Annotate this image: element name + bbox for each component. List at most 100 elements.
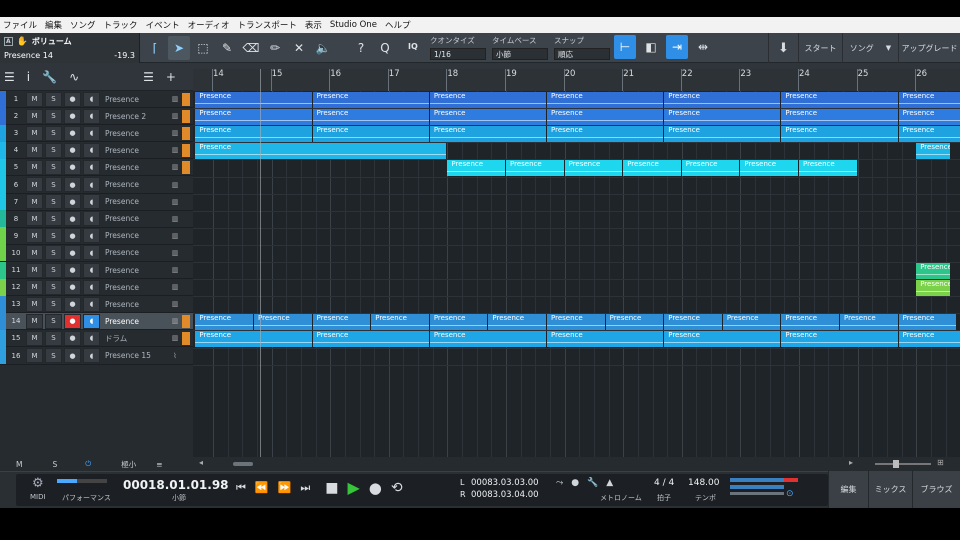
event-clip[interactable]: Presence [312,92,429,108]
event-clip[interactable]: Presence [195,314,253,331]
monitor-icon[interactable]: ◖ [83,279,100,295]
monitor-icon[interactable]: ◖ [83,313,100,329]
event-clip[interactable]: Presence [195,331,312,348]
mute-button[interactable]: M [26,177,43,192]
automation-icon[interactable]: ∿ [69,70,79,84]
left-loop-value[interactable]: 00083.03.03.00 [471,478,539,488]
menu-item[interactable]: ファイル [3,19,37,31]
event-clip[interactable]: Presence [681,160,740,177]
monitor-icon[interactable]: ◖ [83,348,100,363]
right-loop-value[interactable]: 00083.03.04.00 [471,490,539,500]
mute-tool-icon[interactable]: ✕ [288,36,310,60]
loop-icon[interactable]: ⟲ [391,480,403,496]
event-clip[interactable]: Presence [664,314,722,331]
track-header[interactable]: 13 M S ● ◖ Presence ▥ [0,295,193,314]
mute-button[interactable]: M [26,142,43,158]
track-header[interactable]: 7 M S ● ◖ Presence ▥ [0,193,193,211]
timebase-group[interactable]: タイムベース 小節 [492,35,548,60]
event-clip[interactable]: Presence [898,314,957,331]
browse-view-button[interactable]: ブラウズ [912,471,960,508]
track-header[interactable]: 9 M S ● ◖ Presence ▥ [0,227,193,245]
inspector-box[interactable]: A ✋ ボリューム Presence 14 -19.3 [0,33,140,63]
event-clip[interactable]: Presence [916,280,951,297]
monitor-icon[interactable]: ◖ [83,177,100,192]
record-arm-icon[interactable]: ● [64,91,81,107]
click-icon[interactable]: ● [571,478,579,488]
timeline-ruler[interactable]: 14 15 16 17 18 19 20 21 22 23 24 25 26 [193,69,960,91]
event-clip[interactable]: Presence [898,331,960,348]
scroll-right-icon[interactable]: ▸ [849,458,853,467]
start-button[interactable]: スタート [798,33,842,63]
monitor-icon[interactable]: ◖ [83,262,100,278]
record-arm-icon[interactable]: ● [64,142,81,158]
horizontal-scroll[interactable]: ◂ ▸ ⊞ [193,457,960,471]
menu-item[interactable]: ソング [70,19,96,31]
event-clip[interactable]: Presence [312,109,429,126]
monitor-icon[interactable]: ◖ [83,211,100,227]
mute-button[interactable]: M [26,296,43,312]
record-arm-icon[interactable]: ● [64,194,81,210]
track-header[interactable]: 15 M S ● ◖ ドラム ▥ [0,329,193,348]
event-clip[interactable]: Presence [781,126,898,143]
record-arm-icon[interactable]: ● [64,125,81,141]
listen-tool-icon[interactable]: 🔈 [312,36,334,60]
event-clip[interactable]: Presence [312,126,429,143]
event-clip[interactable]: Presence [916,143,951,160]
event-clip[interactable]: Presence [840,314,898,331]
mix-view-button[interactable]: ミックス [868,471,912,508]
record-arm-icon[interactable]: ● [64,211,81,227]
mute-button[interactable]: M [26,211,43,227]
loop-start-icon[interactable]: ⏮ [236,481,246,495]
event-clip[interactable]: Presence [254,314,312,331]
menu-item[interactable]: オーディオ [188,19,230,31]
event-clip[interactable]: Presence [547,92,664,108]
menu-item[interactable]: 表示 [305,19,322,31]
upgrade-button[interactable]: アップグレード [898,33,960,63]
arrow-tool-icon[interactable]: ➤ [168,36,190,60]
solo-button[interactable]: S [45,245,62,261]
solo-button[interactable]: S [45,194,62,210]
mute-button[interactable]: M [26,279,43,295]
quantize-q-icon[interactable]: Q [374,36,396,60]
monitor-icon[interactable]: ◖ [83,142,100,158]
bracket-icon[interactable]: ⌈ [144,36,166,60]
quantize-select[interactable]: 1/16 [430,48,486,60]
solo-button[interactable]: S [45,177,62,192]
event-clip[interactable]: Presence [195,109,312,126]
event-clip[interactable]: Presence [312,331,429,348]
mute-button[interactable]: M [26,262,43,278]
event-clip[interactable]: Presence [195,92,312,108]
track-header[interactable]: 6 M S ● ◖ Presence ▥ [0,176,193,194]
event-clip[interactable]: Presence [371,314,429,331]
record-arm-icon[interactable]: ● [64,313,81,329]
event-clip[interactable]: Presence [799,160,857,177]
power-icon[interactable]: ⏻ [85,459,91,469]
song-button[interactable]: ソング ▼ [842,33,898,63]
solo-button[interactable]: S [45,279,62,295]
mute-button[interactable]: M [26,330,43,346]
event-clip[interactable]: Presence [429,331,546,348]
playhead[interactable] [260,69,261,457]
event-clip[interactable]: Presence [429,314,488,331]
tempo-value[interactable]: 148.00 [688,478,720,488]
mute-button[interactable]: M [26,125,43,141]
monitor-icon[interactable]: ◖ [83,330,100,346]
time-unit[interactable]: 小節 [172,493,186,503]
record-arm-icon[interactable]: ● [64,245,81,261]
volume-slider[interactable] [730,492,784,495]
end-icon[interactable]: ⏭ [300,481,310,495]
mute-button[interactable]: M [26,108,43,124]
metronome-wrench-icon[interactable]: 🔧 [587,478,598,488]
event-clip[interactable]: Presence [898,109,960,126]
paint-tool-icon[interactable]: ✏ [264,36,286,60]
eraser-tool-icon[interactable]: ⌫ [240,36,262,60]
event-clip[interactable]: Presence [898,126,960,143]
precount-icon[interactable]: ⤳ [556,478,563,488]
snap-group[interactable]: スナップ 順応 [554,35,610,60]
solo-button[interactable]: S [45,330,62,346]
event-clip[interactable]: Presence [740,160,798,177]
event-clip[interactable]: Presence [564,160,623,177]
track-header[interactable]: 8 M S ● ◖ Presence ▥ [0,210,193,228]
solo-button[interactable]: S [45,125,62,141]
solo-button[interactable]: S [45,91,62,107]
